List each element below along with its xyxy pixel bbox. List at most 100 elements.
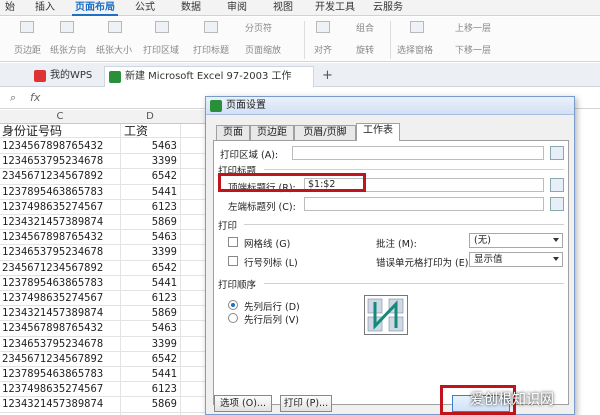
- cell-id-number[interactable]: 1237498635274567: [2, 291, 120, 305]
- order-section: 打印顺序: [218, 280, 257, 291]
- cell-id-number[interactable]: 1237498635274567: [2, 200, 120, 214]
- cell-id-number[interactable]: 1234653795234678: [2, 337, 120, 351]
- down-then-over-label: 先列后行 (D): [244, 302, 300, 313]
- fx-icon[interactable]: fx: [30, 91, 40, 104]
- left-cols-input[interactable]: [304, 197, 544, 211]
- cell-salary[interactable]: 3399: [122, 337, 177, 351]
- orientation-button[interactable]: 纸张方向: [50, 45, 86, 57]
- cell-salary[interactable]: 3399: [122, 154, 177, 168]
- cell-salary[interactable]: 5441: [122, 367, 177, 381]
- cell-salary[interactable]: 5441: [122, 185, 177, 199]
- table-row: 2345671234567892 6542: [0, 261, 210, 276]
- print-area-input[interactable]: [292, 146, 544, 160]
- tab-review[interactable]: 审阅: [222, 1, 252, 16]
- cell-id-number[interactable]: 2345671234567892: [2, 169, 120, 183]
- over-then-down-label: 先行后列 (V): [244, 315, 299, 326]
- comments-select[interactable]: (无): [469, 233, 563, 248]
- cell-salary[interactable]: 6542: [122, 352, 177, 366]
- cell-salary[interactable]: 6542: [122, 261, 177, 275]
- tab-formulas[interactable]: 公式: [130, 1, 160, 16]
- cell-salary[interactable]: 5869: [122, 306, 177, 320]
- doc-tab-workbook[interactable]: 新建 Microsoft Excel 97-2003 工作表.xls: [104, 66, 314, 102]
- table-row: 1234321457389874 5869: [0, 397, 210, 413]
- cell-salary[interactable]: 6542: [122, 169, 177, 183]
- table-row: 1237895463865783 5441: [0, 276, 210, 291]
- tab-insert[interactable]: 插入: [30, 1, 60, 16]
- tab-page-layout[interactable]: 页面布局: [72, 1, 118, 16]
- cell-id-number[interactable]: 1234567898765432: [2, 230, 120, 244]
- selection-pane-button[interactable]: 选择窗格: [397, 45, 433, 57]
- page-break-button[interactable]: 分页符: [245, 23, 272, 35]
- cell-salary[interactable]: 5463: [122, 139, 177, 153]
- tab-view[interactable]: 视图: [268, 1, 298, 16]
- range-picker-icon[interactable]: [550, 178, 564, 192]
- row-col-headers-checkbox[interactable]: [228, 256, 238, 266]
- cell-id-number[interactable]: 1234567898765432: [2, 139, 120, 153]
- column-header-bar: C D: [0, 110, 210, 124]
- cell-id-number[interactable]: 1234321457389874: [2, 215, 120, 229]
- over-then-down-radio[interactable]: [228, 313, 238, 323]
- margins-button[interactable]: 页边距: [14, 45, 41, 57]
- tab-developer[interactable]: 开发工具: [312, 1, 358, 16]
- range-picker-icon[interactable]: [550, 146, 564, 160]
- cell-salary[interactable]: 5463: [122, 230, 177, 244]
- cell-salary[interactable]: 5869: [122, 215, 177, 229]
- align-button[interactable]: 对齐: [314, 45, 332, 57]
- print-area-button[interactable]: 打印区域: [143, 45, 179, 57]
- cell-id-number[interactable]: 1237895463865783: [2, 367, 120, 381]
- cell-salary[interactable]: 6123: [122, 291, 177, 305]
- cell-salary[interactable]: 3399: [122, 245, 177, 259]
- cell-id-number[interactable]: 1237895463865783: [2, 185, 120, 199]
- cell-id-number[interactable]: 1234567898765432: [2, 321, 120, 335]
- bring-forward-button[interactable]: 上移一层: [455, 23, 491, 35]
- cell-id-number[interactable]: 2345671234567892: [2, 261, 120, 275]
- cell-id-number[interactable]: 1234653795234678: [2, 245, 120, 259]
- cell-salary[interactable]: 6123: [122, 200, 177, 214]
- chevron-down-icon: [553, 257, 559, 261]
- column-header-c[interactable]: C: [0, 110, 120, 124]
- tab-margins[interactable]: 页边距: [250, 125, 294, 140]
- group-button[interactable]: 组合: [356, 23, 374, 35]
- header-salary[interactable]: 工资: [124, 124, 179, 138]
- table-row: 1234653795234678 3399: [0, 337, 210, 352]
- print-area-label: 打印区域 (A):: [220, 150, 279, 161]
- tab-start[interactable]: 始: [0, 1, 20, 16]
- cell-errors-select[interactable]: 显示值: [469, 252, 563, 267]
- column-header-d[interactable]: D: [120, 110, 180, 124]
- size-button[interactable]: 纸张大小: [96, 45, 132, 57]
- down-then-over-radio[interactable]: [228, 300, 238, 310]
- cell-salary[interactable]: 5869: [122, 397, 177, 411]
- sheet-grid[interactable]: 身份证号码 工资 1234567898765432 5463 12346537952…: [0, 124, 210, 415]
- print-button[interactable]: 打印 (P)...: [280, 395, 332, 412]
- print-titles-icon: [204, 21, 218, 33]
- doc-tab-my-wps[interactable]: 我的WPS: [30, 66, 100, 87]
- cell-id-number[interactable]: 1237498635274567: [2, 382, 120, 396]
- tab-sheet[interactable]: 工作表: [356, 123, 400, 141]
- new-tab-icon[interactable]: +: [322, 68, 333, 83]
- cell-id-number[interactable]: 1234321457389874: [2, 306, 120, 320]
- cell-id-number[interactable]: 1234653795234678: [2, 154, 120, 168]
- table-row: 1234653795234678 3399: [0, 154, 210, 170]
- zoom-icon[interactable]: ⌕: [10, 91, 16, 105]
- send-backward-button[interactable]: 下移一层: [455, 45, 491, 57]
- header-id-number[interactable]: 身份证号码: [2, 124, 120, 138]
- options-button[interactable]: 选项 (O)...: [214, 395, 272, 412]
- print-titles-button[interactable]: 打印标题: [193, 45, 229, 57]
- cell-salary[interactable]: 6123: [122, 382, 177, 396]
- dialog-app-icon: [210, 100, 222, 112]
- range-picker-icon[interactable]: [550, 197, 564, 211]
- tab-page[interactable]: 页面: [216, 125, 250, 140]
- cell-id-number[interactable]: 2345671234567892: [2, 352, 120, 366]
- tab-header-footer[interactable]: 页眉/页脚: [294, 125, 356, 140]
- rotate-button[interactable]: 旋转: [356, 45, 374, 57]
- gridlines-checkbox[interactable]: [228, 237, 238, 247]
- cell-id-number[interactable]: 1237895463865783: [2, 276, 120, 290]
- page-zoom-button[interactable]: 页面缩放: [245, 45, 281, 57]
- margins-icon: [20, 21, 34, 33]
- cell-id-number[interactable]: 1234321457389874: [2, 397, 120, 411]
- ribbon-divider: [390, 21, 391, 59]
- tab-cloud[interactable]: 云服务: [368, 1, 408, 16]
- tab-data[interactable]: 数据: [176, 1, 206, 16]
- cell-salary[interactable]: 5441: [122, 276, 177, 290]
- cell-salary[interactable]: 5463: [122, 321, 177, 335]
